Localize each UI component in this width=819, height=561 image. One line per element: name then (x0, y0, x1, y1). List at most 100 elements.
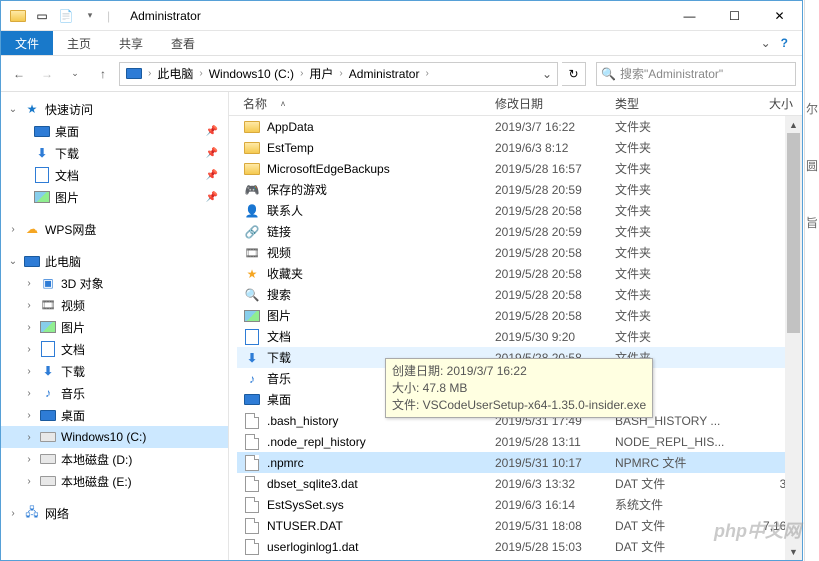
chevron-right-icon[interactable]: › (146, 68, 153, 79)
table-row[interactable]: AppData2019/3/7 16:22文件夹 (237, 116, 802, 137)
nav-quick-access[interactable]: ⌄ ★ 快速访问 (1, 98, 228, 120)
col-header-size[interactable]: 大小 (739, 95, 799, 112)
breadcrumb[interactable]: › 此电脑 › Windows10 (C:) › 用户 › Administra… (119, 62, 558, 86)
close-button[interactable]: ✕ (757, 1, 802, 30)
sort-indicator-icon: ʌ (281, 99, 285, 108)
nav-pictures[interactable]: 图片 📌 (1, 186, 228, 208)
table-row[interactable]: 文档2019/5/30 9:20文件夹 (237, 326, 802, 347)
nav-documents2[interactable]: › 文档 (1, 338, 228, 360)
explorer-window: ▭ 📄 ▾ | Administrator — ☐ ✕ 文件 主页 共享 查看 … (0, 0, 803, 561)
breadcrumb-seg-2[interactable]: 用户 (305, 65, 337, 82)
chevron-right-icon[interactable]: › (7, 508, 19, 519)
tab-view[interactable]: 查看 (157, 31, 209, 55)
refresh-button[interactable]: ↻ (562, 62, 586, 86)
file-list[interactable]: AppData2019/3/7 16:22文件夹EstTemp2019/6/3 … (229, 116, 802, 560)
table-row[interactable]: EstTemp2019/6/3 8:12文件夹 (237, 137, 802, 158)
qat-new-icon[interactable]: 📄 (55, 5, 77, 27)
scroll-thumb[interactable] (787, 133, 800, 333)
tab-share[interactable]: 共享 (105, 31, 157, 55)
chevron-right-icon[interactable]: › (197, 68, 204, 79)
help-icon[interactable]: ? (781, 36, 788, 50)
chevron-right-icon[interactable]: › (23, 432, 35, 443)
breadcrumb-dropdown[interactable]: ⌄ (539, 67, 555, 81)
table-row[interactable]: 🔗链接2019/5/28 20:59文件夹 (237, 221, 802, 242)
table-row[interactable]: 👤联系人2019/5/28 20:58文件夹 (237, 200, 802, 221)
chevron-down-icon[interactable]: ⌄ (7, 256, 19, 267)
col-header-type[interactable]: 类型 (609, 95, 739, 112)
up-button[interactable]: ↑ (91, 62, 115, 86)
forward-button[interactable]: → (35, 62, 59, 86)
table-row[interactable]: .npmrc2019/5/31 10:17NPMRC 文件1 (237, 452, 802, 473)
table-row[interactable]: 🎮保存的游戏2019/5/28 20:59文件夹 (237, 179, 802, 200)
chevron-right-icon[interactable]: › (298, 68, 305, 79)
recent-dropdown[interactable]: ⌄ (63, 62, 87, 86)
chevron-right-icon[interactable]: › (23, 388, 35, 399)
nav-downloads2[interactable]: › ⬇ 下载 (1, 360, 228, 382)
nav-downloads[interactable]: ⬇ 下载 📌 (1, 142, 228, 164)
search-input[interactable]: 🔍 搜索"Administrator" (596, 62, 796, 86)
file-type: 文件夹 (609, 160, 739, 177)
back-button[interactable]: ← (7, 62, 31, 86)
table-row[interactable]: ★收藏夹2019/5/28 20:58文件夹 (237, 263, 802, 284)
breadcrumb-pc-icon[interactable] (122, 68, 146, 79)
file-date: 2019/5/28 15:03 (489, 540, 609, 554)
chevron-right-icon[interactable]: › (23, 366, 35, 377)
ribbon-expand-icon[interactable]: ⌄ (761, 36, 771, 50)
file-date: 2019/6/3 8:12 (489, 141, 609, 155)
nav-videos[interactable]: › 🎞 视频 (1, 294, 228, 316)
table-row[interactable]: MicrosoftEdgeBackups2019/5/28 16:57文件夹 (237, 158, 802, 179)
nav-ddrive[interactable]: › 本地磁盘 (D:) (1, 448, 228, 470)
minimize-button[interactable]: — (667, 1, 712, 30)
table-row[interactable]: dbset_sqlite3.dat2019/6/3 13:32DAT 文件30 (237, 473, 802, 494)
scrollbar-vertical[interactable]: ▲ ▼ (785, 116, 802, 560)
scroll-down-button[interactable]: ▼ (785, 543, 802, 560)
chevron-right-icon[interactable]: › (23, 300, 35, 311)
file-name: NTUSER.DAT (267, 519, 343, 533)
table-row[interactable]: 图片2019/5/28 20:58文件夹 (237, 305, 802, 326)
nav-desktop2[interactable]: › 桌面 (1, 404, 228, 426)
chevron-right-icon[interactable]: › (23, 410, 35, 421)
chevron-right-icon[interactable]: › (23, 476, 35, 487)
maximize-button[interactable]: ☐ (712, 1, 757, 30)
table-row[interactable]: 🎞视频2019/5/28 20:58文件夹 (237, 242, 802, 263)
nav-documents[interactable]: 文档 📌 (1, 164, 228, 186)
table-row[interactable]: EstSysSet.sys2019/6/3 16:14系统文件1 (237, 494, 802, 515)
nav-pictures2[interactable]: › 图片 (1, 316, 228, 338)
table-row[interactable]: .node_repl_history2019/5/28 13:11NODE_RE… (237, 431, 802, 452)
nav-label: 本地磁盘 (D:) (61, 451, 132, 468)
nav-music[interactable]: › ♪ 音乐 (1, 382, 228, 404)
nav-edrive[interactable]: › 本地磁盘 (E:) (1, 470, 228, 492)
search-placeholder: 搜索"Administrator" (620, 65, 723, 82)
col-header-date[interactable]: 修改日期 (489, 95, 609, 112)
chevron-right-icon[interactable]: › (23, 454, 35, 465)
chevron-right-icon[interactable]: › (337, 68, 344, 79)
nav-3d[interactable]: › ▣ 3D 对象 (1, 272, 228, 294)
breadcrumb-seg-1[interactable]: Windows10 (C:) (205, 67, 298, 81)
chevron-right-icon[interactable]: › (23, 278, 35, 289)
nav-label: 3D 对象 (61, 275, 104, 292)
nav-desktop[interactable]: 桌面 📌 (1, 120, 228, 142)
col-header-name[interactable]: 名称 ʌ (237, 95, 489, 112)
tab-home[interactable]: 主页 (53, 31, 105, 55)
tab-file[interactable]: 文件 (1, 31, 53, 55)
pictures-icon (33, 191, 51, 203)
qat-dropdown-icon[interactable]: ▾ (79, 5, 101, 27)
chevron-down-icon[interactable]: ⌄ (7, 104, 19, 115)
chevron-right-icon[interactable]: › (23, 344, 35, 355)
nav-cdrive[interactable]: › Windows10 (C:) (1, 426, 228, 448)
chevron-right-icon[interactable]: › (7, 224, 19, 235)
nav-network[interactable]: › 🖧 网络 (1, 502, 228, 524)
file-name: 收藏夹 (267, 265, 303, 282)
chevron-right-icon[interactable]: › (23, 322, 35, 333)
chevron-right-icon[interactable]: › (423, 68, 430, 79)
nav-label: 桌面 (55, 123, 79, 140)
scroll-up-button[interactable]: ▲ (785, 116, 802, 133)
file-type: 文件夹 (609, 139, 739, 156)
breadcrumb-seg-0[interactable]: 此电脑 (153, 65, 197, 82)
breadcrumb-seg-3[interactable]: Administrator (345, 67, 424, 81)
nav-wps[interactable]: › ☁ WPS网盘 (1, 218, 228, 240)
qat-properties-icon[interactable]: ▭ (31, 5, 53, 27)
nav-thispc[interactable]: ⌄ 此电脑 (1, 250, 228, 272)
table-row[interactable]: 🔍搜索2019/5/28 20:58文件夹 (237, 284, 802, 305)
file-type-icon (243, 394, 261, 405)
